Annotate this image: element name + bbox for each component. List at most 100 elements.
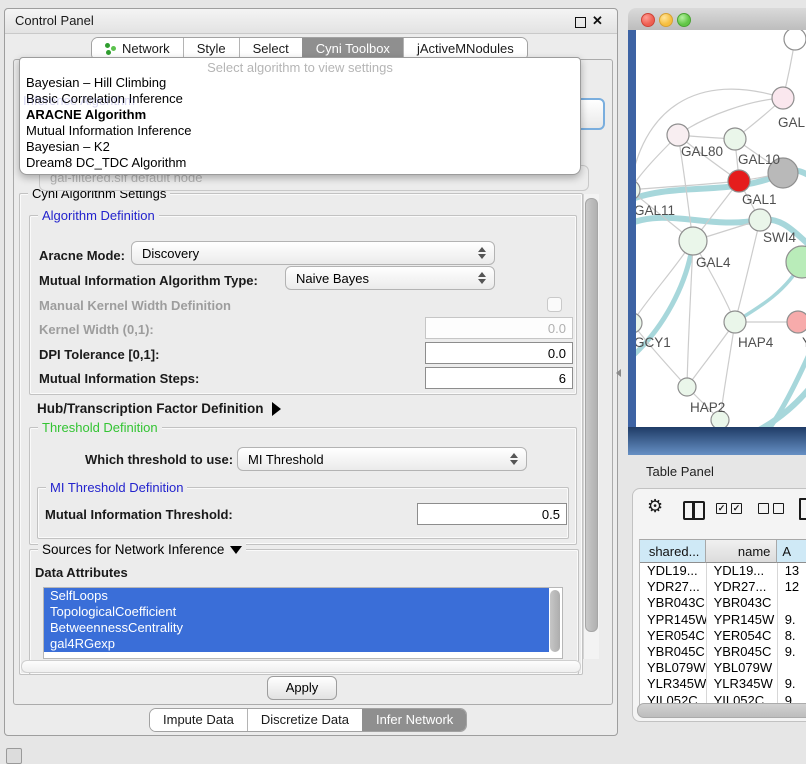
table-row[interactable]: YDR27...YDR27...12 [640,579,806,595]
document-icon[interactable] [799,498,806,520]
table-row[interactable]: YBR043CYBR043C [640,595,806,611]
dropdown-options: Bayesian – Hill ClimbingBasic Correlatio… [22,75,578,171]
settings-vscrollbar-thumb[interactable] [585,198,598,632]
node-gcy1[interactable] [636,313,642,333]
data-attributes-list[interactable]: SelfLoopsTopologicalCoefficientBetweenne… [43,587,563,659]
dpi-tolerance-input[interactable] [425,342,573,364]
table-cell [778,660,806,676]
table-cell: YDR27... [640,579,707,595]
bottom-tab-impute-data[interactable]: Impute Data [150,709,247,731]
table-row[interactable]: YER054CYER054C8. [640,628,806,644]
column-header-A[interactable]: A [777,540,806,563]
algorithm-option[interactable]: Mutual Information Inference [22,123,578,139]
gear-icon[interactable]: ⚙ [647,496,663,517]
hub-definition-label: Hub/Transcription Factor Definition [37,401,264,416]
stepper-icon [478,246,485,260]
bottom-tab-infer-network[interactable]: Infer Network [362,709,466,731]
node-swi4[interactable] [749,209,771,231]
attribute-list-item[interactable]: BetweennessCentrality [44,620,549,636]
dpi-tolerance-label: DPI Tolerance [0,1]: [39,347,159,362]
columns-icon[interactable] [683,501,705,520]
close-icon[interactable]: ✕ [592,13,603,29]
bottom-tab-label: Discretize Data [261,709,349,731]
node-gal10[interactable] [724,128,746,150]
bottom-tab-discretize-data[interactable]: Discretize Data [247,709,362,731]
network-window-titlebar[interactable] [628,8,806,31]
data-attributes-label: Data Attributes [35,565,128,580]
table-body: YDL19...YDL19...13YDR27...YDR27...12YBR0… [640,563,806,706]
network-canvas[interactable]: GALGAL80GAL10GAL1GAL11SWI4GAL4GCY1HAP4YH… [636,30,806,427]
table-row[interactable]: YBL079WYBL079W [640,660,806,676]
which-threshold-value: MI Threshold [248,452,324,467]
attribute-list-item[interactable]: TopologicalCoefficient [44,604,549,620]
column-header-shared[interactable]: shared... [640,540,706,563]
table-cell: 9. [778,676,806,692]
zoom-traffic-light-icon[interactable] [677,13,691,27]
table-hscrollbar[interactable] [637,703,806,718]
table-cell: YBR045C [707,644,778,660]
table-cell: YDL19... [707,563,778,579]
node-gal[interactable] [772,87,794,109]
settings-hscrollbar[interactable] [21,660,581,673]
node-salmon-label: Y [802,335,806,350]
threshold-definition-title: Threshold Definition [38,420,162,435]
node-gal1[interactable] [728,170,750,192]
node-gal80[interactable] [667,124,689,146]
algorithm-option[interactable]: ARACNE Algorithm [22,107,578,123]
mi-steps-input[interactable] [425,367,573,389]
apply-button[interactable]: Apply [267,676,337,700]
kernel-width-label: Kernel Width (0,1): [39,322,154,337]
node-gal4[interactable] [679,227,707,255]
column-header-name[interactable]: name [706,540,777,563]
mi-threshold-definition-title: MI Threshold Definition [46,480,187,495]
mi-threshold-label: Mutual Information Threshold: [45,507,233,522]
node-gal-label: GAL [778,115,806,130]
algorithm-option[interactable]: Bayesian – Hill Climbing [22,75,578,91]
which-threshold-combo[interactable]: MI Threshold [237,447,527,471]
table-row[interactable]: YLR345WYLR345W9. [640,676,806,692]
attribute-list-item[interactable]: gal4RGexp [44,636,549,652]
node-hap4[interactable] [724,311,746,333]
table-row[interactable]: YBR045CYBR045C9. [640,644,806,660]
node-gcy1-label: GCY1 [636,335,671,350]
select-all-checkboxes-icon[interactable]: ✓✓ [716,503,742,521]
float-window-icon[interactable] [575,17,586,28]
attribute-list-item[interactable]: SelfLoops [44,588,549,604]
node-green-big[interactable] [786,246,806,278]
node-gal80-label: GAL80 [681,144,723,159]
network-focus-border-bottom [628,427,806,455]
deselect-all-checkboxes-icon[interactable] [758,503,784,521]
aracne-mode-combo[interactable]: Discovery [131,241,495,265]
node-hap4-label: HAP4 [738,335,774,350]
kernel-width-input[interactable] [425,317,573,339]
table-row[interactable]: YPR145WYPR145W9. [640,612,806,628]
manual-kernel-checkbox[interactable] [547,297,562,312]
node-gal10-label: GAL10 [738,152,780,167]
algorithm-option[interactable]: Dream8 DC_TDC Algorithm [22,155,578,171]
table-cell: 8. [778,628,806,644]
close-traffic-light-icon[interactable] [641,13,655,27]
table-cell: YER054C [707,628,778,644]
node-swi4-label: SWI4 [763,230,796,245]
mi-type-combo[interactable]: Naive Bayes [285,266,495,290]
mi-threshold-input[interactable] [417,503,567,525]
algorithm-option[interactable]: Bayesian – K2 [22,139,578,155]
table-cell: YBR043C [640,595,707,611]
hub-definition-toggle[interactable]: Hub/Transcription Factor Definition [37,401,281,416]
table-cell: YDR27... [707,579,778,595]
manual-kernel-label: Manual Kernel Width Definition [39,298,231,313]
network-view-window: GALGAL80GAL10GAL1GAL11SWI4GAL4GCY1HAP4YH… [628,8,806,455]
node-salmon[interactable] [787,311,806,333]
algorithm-definition-title: Algorithm Definition [38,208,159,223]
node-hap2[interactable] [678,378,696,396]
stepper-icon [478,271,485,285]
node-top-partial[interactable] [784,30,806,50]
table-cell: YBR045C [640,644,707,660]
expanded-arrow-icon [230,546,242,554]
minimize-traffic-light-icon[interactable] [659,13,673,27]
table-header-row: shared...nameA [640,540,806,563]
node-table[interactable]: shared...nameA YDL19...YDL19...13YDR27..… [639,539,806,706]
table-row[interactable]: YDL19...YDL19...13 [640,563,806,579]
list-scrollbar-thumb[interactable] [550,590,560,652]
sources-toggle[interactable]: Sources for Network Inference [38,542,246,557]
